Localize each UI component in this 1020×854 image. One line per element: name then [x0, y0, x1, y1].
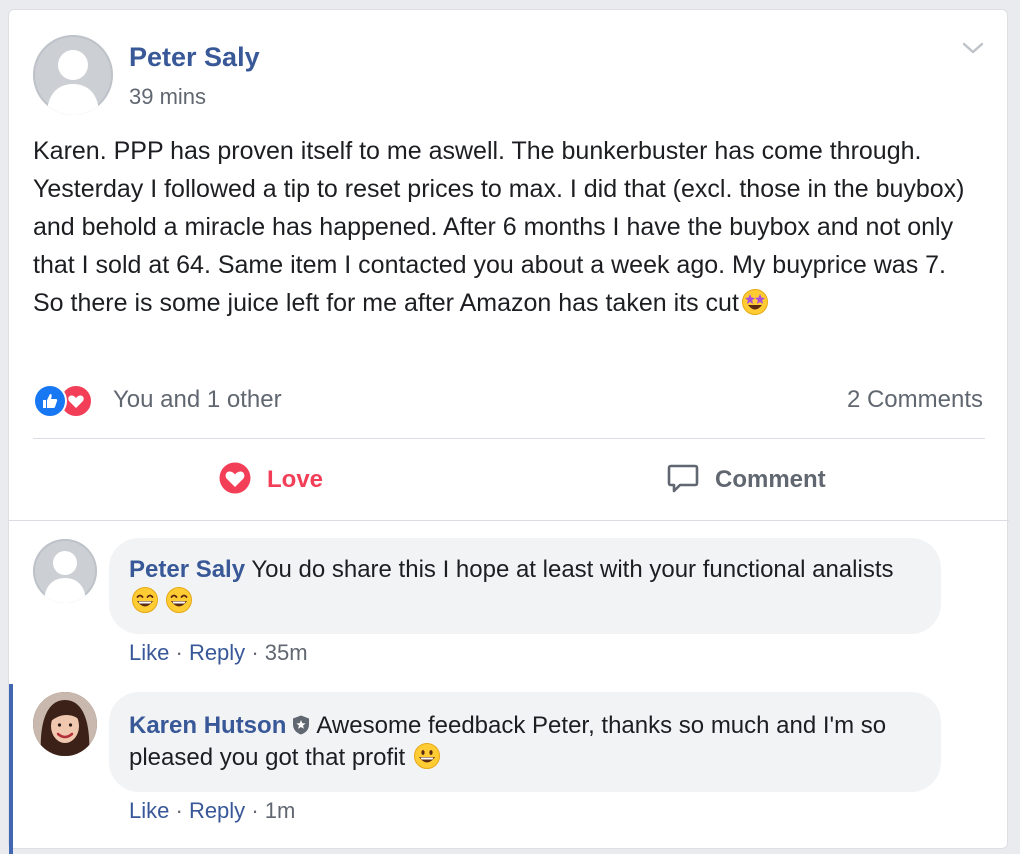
profile-photo — [33, 692, 97, 756]
comment-author[interactable]: Karen Hutson — [129, 712, 286, 739]
default-profile-icon — [44, 551, 86, 603]
comments-count[interactable]: 2 Comments — [847, 386, 983, 414]
grinning-squinting-emoji-icon — [166, 587, 192, 613]
post-author[interactable]: Peter Saly — [129, 42, 260, 73]
comment-meta: Like · Reply · 35m — [129, 640, 308, 666]
comment-author[interactable]: Peter Saly — [129, 556, 245, 583]
separator: · — [251, 640, 259, 665]
reply-link[interactable]: Reply — [189, 798, 245, 823]
chevron-down-icon[interactable] — [961, 38, 985, 58]
like-link[interactable]: Like — [129, 798, 169, 823]
avatar[interactable] — [33, 35, 113, 115]
reactions-text[interactable]: You and 1 other — [113, 386, 282, 414]
shield-star-icon[interactable] — [290, 714, 312, 736]
separator: · — [175, 640, 183, 665]
love-label: Love — [267, 466, 324, 493]
separator: · — [175, 798, 183, 823]
separator: · — [251, 798, 259, 823]
heart-icon — [219, 462, 251, 494]
comment-label: Comment — [715, 466, 826, 493]
avatar[interactable] — [33, 692, 97, 756]
post-body-text: Karen. PPP has proven itself to me aswel… — [33, 137, 965, 317]
comment-time[interactable]: 35m — [265, 640, 308, 665]
reply-link[interactable]: Reply — [189, 640, 245, 665]
divider — [33, 438, 985, 439]
star-struck-emoji-icon — [741, 289, 768, 315]
speech-bubble-icon — [667, 464, 699, 493]
comment-meta: Like · Reply · 1m — [129, 798, 295, 824]
comment-bubble: Peter Saly You do share this I hope at l… — [109, 538, 941, 634]
post-time[interactable]: 39 mins — [129, 84, 206, 110]
avatar[interactable] — [33, 539, 97, 603]
comment-time[interactable]: 1m — [265, 798, 296, 823]
grinning-squinting-emoji-icon — [132, 587, 158, 613]
like-link[interactable]: Like — [129, 640, 169, 665]
comment-text: You do share this I hope at least with y… — [251, 556, 894, 583]
thumbs-up-icon — [33, 384, 67, 418]
post-text: Karen. PPP has proven itself to me aswel… — [33, 132, 983, 322]
highlight-bar — [9, 684, 13, 854]
post-card: Peter Saly 39 mins Karen. PPP has proven… — [8, 9, 1009, 854]
comment-bubble: Karen Hutson Awesome feedback Peter, tha… — [109, 692, 941, 792]
divider — [9, 520, 1009, 521]
default-profile-icon — [47, 50, 99, 115]
grinning-emoji-icon — [414, 743, 441, 769]
